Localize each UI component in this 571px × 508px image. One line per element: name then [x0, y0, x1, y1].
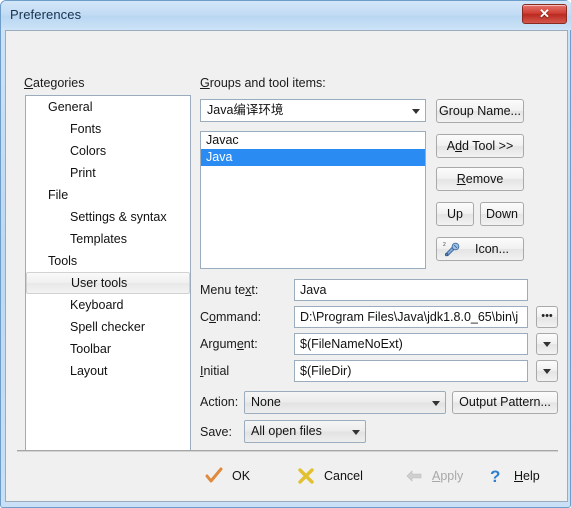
chevron-down-icon [543, 369, 551, 374]
initial-input[interactable]: $(FileDir) [294, 360, 528, 382]
window-title: Preferences [10, 7, 82, 22]
chevron-down-icon [543, 342, 551, 347]
close-button[interactable]: ✕ [522, 4, 567, 24]
sidebar-item-file[interactable]: File [26, 184, 190, 206]
sidebar-item-fonts[interactable]: Fonts [26, 118, 190, 140]
icon-button[interactable]: 2 Icon... [436, 237, 524, 261]
ellipsis-icon: ••• [541, 310, 553, 322]
add-tool-button[interactable]: Add Tool >> [436, 134, 524, 158]
icon-button-label: Icon... [474, 242, 510, 256]
apply-button: Apply [404, 464, 486, 488]
check-mark-icon [204, 466, 224, 486]
categories-tree[interactable]: General Fonts Colors Print File Settings & sy… [25, 95, 191, 471]
sidebar-item-keyboard[interactable]: Keyboard [26, 294, 190, 316]
move-down-button[interactable]: Down [480, 202, 524, 226]
group-select-value: Java编译环境 [207, 103, 284, 117]
list-item[interactable]: Java [201, 149, 425, 166]
group-name-button[interactable]: Group Name... [436, 99, 524, 123]
sidebar-item-general[interactable]: General [26, 96, 190, 118]
argument-dropdown-button[interactable] [536, 333, 558, 355]
dialog-footer: OK Cancel Apply ? Help [5, 450, 568, 502]
category-item-label: Tools [48, 254, 78, 268]
command-browse-button[interactable]: ••• [536, 306, 558, 328]
category-item-label: Settings & syntax [70, 210, 167, 224]
chevron-down-icon[interactable] [407, 100, 425, 121]
category-item-label: Colors [70, 144, 107, 158]
categories-label: Categories [24, 76, 85, 90]
footer-divider [17, 450, 558, 452]
category-item-label: Layout [70, 364, 108, 378]
help-button[interactable]: ? Help [486, 464, 556, 488]
tool-items-list[interactable]: Javac Java [200, 131, 426, 269]
group-select[interactable]: Java编译环境 [200, 99, 426, 122]
sidebar-item-settings-syntax[interactable]: Settings & syntax [26, 206, 190, 228]
output-pattern-button[interactable]: Output Pattern... [452, 391, 558, 414]
cancel-button[interactable]: Cancel [296, 464, 384, 488]
initial-dropdown-button[interactable] [536, 360, 558, 382]
command-input[interactable]: D:\Program Files\Java\jdk1.8.0_65\bin\j [294, 306, 528, 328]
groups-label: Groups and tool items: [200, 76, 326, 90]
save-label: Save: [200, 425, 232, 439]
command-label: Command: [200, 310, 262, 324]
sidebar-item-user-tools[interactable]: User tools [26, 272, 190, 294]
question-mark-icon: ? [486, 466, 506, 486]
category-item-label: User tools [71, 276, 128, 290]
remove-button[interactable]: Remove [436, 167, 524, 191]
title-bar: Preferences ✕ [1, 1, 571, 30]
svg-text:2: 2 [443, 242, 446, 248]
category-item-label: Toolbar [70, 342, 111, 356]
svg-text:?: ? [490, 467, 500, 486]
initial-label: Initial [200, 364, 230, 378]
chevron-down-icon[interactable] [427, 392, 445, 413]
sidebar-item-spell-checker[interactable]: Spell checker [26, 316, 190, 338]
move-up-button[interactable]: Up [436, 202, 474, 226]
action-select[interactable]: None [244, 391, 446, 414]
sidebar-item-colors[interactable]: Colors [26, 140, 190, 162]
menu-text-input[interactable]: Java [294, 279, 528, 301]
chevron-down-icon[interactable] [347, 421, 365, 442]
menu-text-label: Menu text: [200, 283, 259, 297]
save-select[interactable]: All open files [244, 420, 366, 443]
close-x-icon: ✕ [539, 6, 550, 21]
help-button-label: Help [514, 469, 540, 483]
category-item-label: General [48, 100, 93, 114]
category-item-label: Keyboard [70, 298, 124, 312]
category-item-label: Print [70, 166, 96, 180]
list-item[interactable]: Javac [201, 132, 425, 149]
category-item-label: Fonts [70, 122, 102, 136]
argument-label: Argument: [200, 337, 258, 351]
cross-mark-icon [296, 466, 316, 486]
sidebar-item-tools[interactable]: Tools [26, 250, 190, 272]
sidebar-item-layout[interactable]: Layout [26, 360, 190, 382]
preferences-dialog: Preferences ✕ Categories General Fonts Col… [0, 0, 571, 508]
sidebar-item-toolbar[interactable]: Toolbar [26, 338, 190, 360]
ok-button[interactable]: OK [204, 464, 274, 488]
argument-input[interactable]: $(FileNameNoExt) [294, 333, 528, 355]
sidebar-item-print[interactable]: Print [26, 162, 190, 184]
category-item-label: Spell checker [70, 320, 146, 334]
cancel-button-label: Cancel [324, 469, 363, 483]
category-item-label: Templates [70, 232, 127, 246]
save-select-value: All open files [251, 424, 322, 438]
dialog-body: Categories General Fonts Colors Print File Se… [5, 30, 568, 476]
apply-button-label: Apply [432, 469, 464, 483]
ok-button-label: OK [232, 469, 251, 483]
wrench-screwdriver-icon: 2 [443, 241, 461, 258]
action-label: Action: [200, 395, 239, 409]
sidebar-item-templates[interactable]: Templates [26, 228, 190, 250]
left-arrow-icon [404, 466, 424, 486]
action-select-value: None [251, 395, 281, 409]
category-item-label: File [48, 188, 69, 202]
